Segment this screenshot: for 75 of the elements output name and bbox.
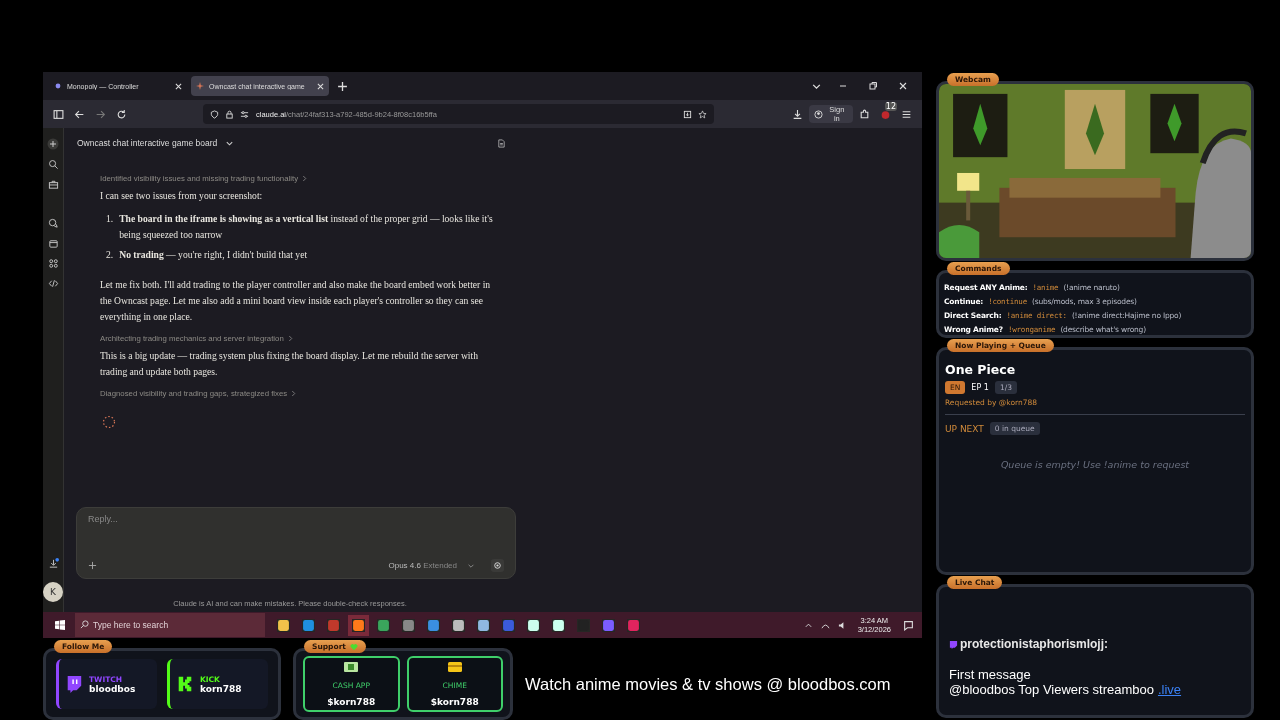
burst-icon (196, 82, 204, 90)
taskbar-app-icon[interactable] (452, 618, 465, 632)
briefcase-icon[interactable] (47, 179, 59, 190)
new-tab-icon[interactable] (337, 80, 348, 92)
document-icon[interactable] (497, 138, 506, 148)
response-paragraph: I can see two issues from your screenshot: (100, 189, 264, 203)
list-number: 1. (106, 212, 114, 226)
message-composer[interactable]: Reply... Opus 4.6 Extended (76, 507, 516, 579)
chat-bubble-icon (949, 639, 958, 649)
code-icon[interactable] (47, 278, 59, 289)
start-icon[interactable] (55, 620, 65, 630)
menu-icon[interactable] (901, 108, 912, 120)
restore-icon[interactable] (868, 81, 878, 91)
download-icon[interactable] (791, 108, 803, 120)
model-selector[interactable]: Opus 4.6 Extended (382, 560, 463, 571)
empty-queue-message: Queue is empty! Use !anime to request (1000, 459, 1190, 470)
search-icon[interactable] (47, 159, 59, 170)
chevron-right-icon[interactable] (287, 335, 293, 342)
episode-label: EP 1 (971, 383, 989, 392)
screenshot-icon[interactable] (682, 109, 692, 119)
close-icon[interactable] (317, 82, 324, 90)
k-letter-icon (176, 675, 194, 693)
voice-button-icon[interactable] (491, 559, 504, 572)
count-badge: 12 (884, 101, 897, 111)
grid-icon[interactable] (47, 258, 59, 269)
response-paragraph: Let me fix both. I'll add trading to the player controller and also make the board embed work better in the Owncast page. Let me also add a mini board view inside each player's controller so they can see everything in one place. (100, 278, 492, 324)
sidebar-icon[interactable] (53, 108, 64, 120)
handle-text: bloodbos (89, 683, 136, 694)
chat-message: @bloodbos Top Viewers streamboo (949, 682, 1154, 697)
taskbar-app-icon[interactable] (277, 618, 290, 632)
archive-icon[interactable] (47, 238, 59, 249)
chevron-right-icon[interactable] (302, 175, 308, 182)
card-icon (446, 661, 463, 673)
user-avatar[interactable]: K (43, 582, 63, 602)
taskbar-search-field[interactable]: Type here to search (75, 613, 265, 637)
account-icon (813, 109, 823, 119)
forward-icon[interactable] (95, 108, 106, 120)
star-icon[interactable] (697, 109, 707, 119)
close-icon[interactable] (898, 81, 908, 91)
chevron-right-icon[interactable] (291, 390, 297, 397)
reply-input[interactable]: Reply... (88, 514, 504, 524)
show-title: One Piece (945, 362, 1016, 377)
extensions-icon[interactable] (859, 108, 870, 120)
lock-icon (225, 109, 234, 119)
taskbar-app-icon[interactable] (527, 618, 540, 632)
close-icon[interactable] (175, 82, 182, 90)
banner-text: Watch anime movies & tv shows @ bloodbos.com (525, 674, 891, 694)
extension-icon[interactable] (880, 108, 891, 120)
download-icon[interactable] (47, 558, 59, 569)
response-paragraph: This is a big update — trading system plus fixing the board display. Let me rebuild the server with trading and update both pages. (100, 349, 479, 379)
cash-icon (343, 661, 360, 673)
handle-text: $korn788 (327, 697, 376, 707)
heart-icon (349, 642, 358, 651)
sliders-icon (240, 109, 249, 119)
handle-text: $korn788 (430, 697, 479, 707)
list-item-text: The board in the iframe is showing as a vertical list instead of the proper grid — looks like it's being squeezed too narrow (119, 212, 494, 242)
chat-bubble-icon (65, 675, 83, 693)
list-number: 2. (106, 248, 114, 262)
notification-icon[interactable] (903, 619, 914, 631)
chat-title[interactable]: Owncast chat interactive game board (77, 138, 218, 148)
taskbar-app-icon[interactable] (477, 618, 490, 632)
search-icon (80, 620, 89, 629)
taskbar-app-icon[interactable] (552, 618, 565, 632)
plus-icon[interactable] (88, 561, 97, 570)
back-icon[interactable] (74, 108, 85, 120)
app-icon (54, 82, 62, 90)
list-item-text: No trading — you're right, I didn't build that yet (119, 248, 309, 262)
up-next-heading: UP NEXT (945, 423, 984, 434)
reload-icon[interactable] (116, 108, 127, 120)
chat-link[interactable]: .live (1157, 682, 1182, 697)
chat-username: protectionistaphorismlojj: (960, 637, 1108, 651)
shield-icon (210, 109, 219, 119)
handle-text: korn788 (200, 683, 242, 694)
chat-message: First message (949, 667, 1032, 682)
new-chat-icon[interactable] (47, 138, 59, 150)
